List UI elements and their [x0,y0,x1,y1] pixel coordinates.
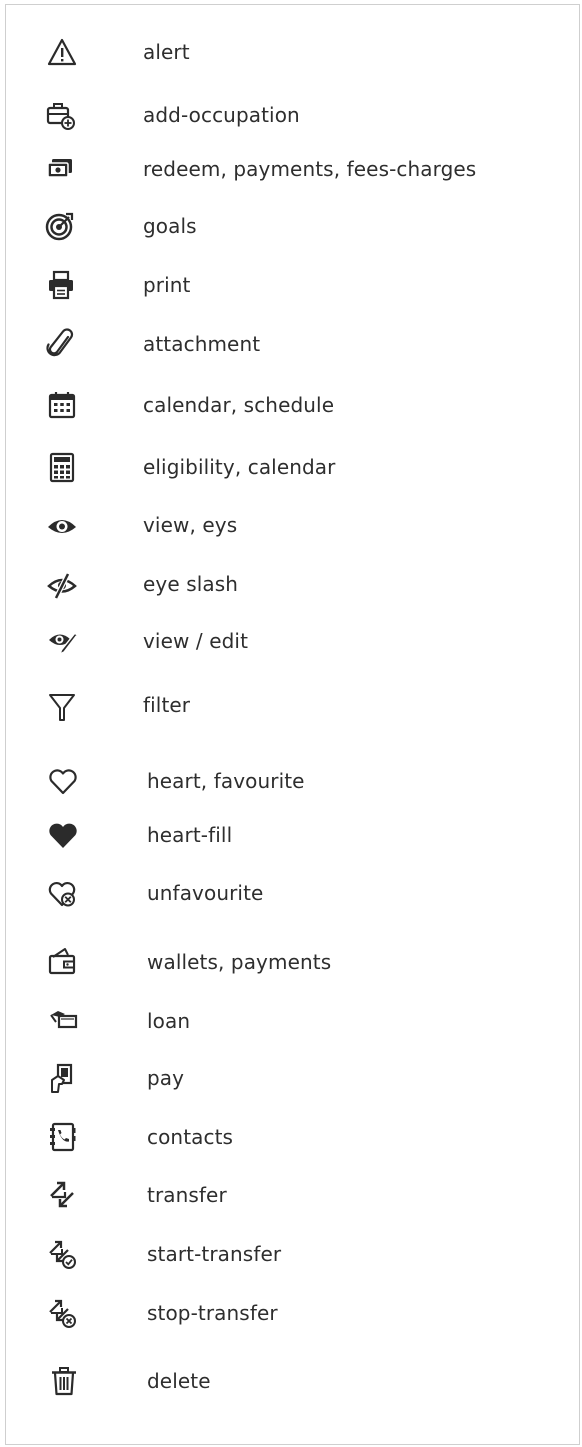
wallet-icon [46,946,78,978]
icon-label: alert [143,40,190,64]
calendar-icon [46,389,78,421]
icon-label: pay [147,1066,185,1090]
icon-row-eye: view, eys [6,505,581,545]
icon-label: start-transfer [147,1242,282,1266]
icon-row-attachment: attachment [6,324,581,364]
heart-icon [47,765,79,797]
icon-row-alert: alert [6,32,581,72]
icon-label: calendar, schedule [143,393,335,417]
transfer-icon [46,1179,78,1211]
icon-row-contacts: contacts [6,1117,581,1157]
attachment-icon [46,328,78,360]
icon-row-transfer: transfer [6,1175,581,1215]
delete-icon [48,1365,80,1397]
alert-icon [46,36,78,68]
eye-icon [46,509,78,541]
icon-label: unfavourite [147,881,264,905]
icon-row-heart: heart, favourite [6,761,581,801]
icon-label: loan [147,1009,191,1033]
icon-row-pay: pay [6,1058,581,1098]
icon-label: view, eys [143,513,238,537]
eye-slash-icon [46,568,78,600]
print-icon [45,269,77,301]
icon-label: transfer [147,1183,227,1207]
icon-row-stop-transfer: stop-transfer [6,1293,581,1333]
unfavourite-icon [47,877,79,909]
icon-label: heart-fill [147,823,233,847]
view-edit-icon [46,625,78,657]
icon-label: heart, favourite [147,769,305,793]
icon-label: stop-transfer [147,1301,278,1325]
icon-label: add-occupation [143,103,300,127]
icon-row-goals: goals [6,206,581,246]
loan-icon [48,1005,80,1037]
redeem-icon [44,153,76,185]
icon-row-wallet: wallets, payments [6,942,581,982]
icon-row-heart-fill: heart-fill [6,815,581,855]
icon-label: delete [147,1369,211,1393]
icon-row-calculator: eligibility, calendar [6,447,581,487]
icon-label: eye slash [143,572,239,596]
icon-label: filter [143,693,191,717]
icon-row-calendar: calendar, schedule [6,385,581,425]
start-transfer-icon [46,1238,78,1270]
icon-row-print: print [6,265,581,305]
add-occupation-icon [44,99,76,131]
pay-icon [46,1062,78,1094]
icon-label: redeem, payments, fees-charges [143,157,477,181]
calculator-icon [46,451,78,483]
icon-row-add-occupation: add-occupation [6,95,581,135]
icon-row-start-transfer: start-transfer [6,1234,581,1274]
icon-label: print [143,273,191,297]
stop-transfer-icon [46,1297,78,1329]
heart-fill-icon [47,819,79,851]
icon-row-view-edit: view / edit [6,621,581,661]
icon-row-redeem: redeem, payments, fees-charges [6,149,581,189]
icon-row-eye-slash: eye slash [6,564,581,604]
icon-label: attachment [143,332,261,356]
icon-row-delete: delete [6,1361,581,1401]
icon-label: wallets, payments [147,950,332,974]
icon-label: eligibility, calendar [143,455,336,479]
icon-label: contacts [147,1125,234,1149]
icon-row-loan: loan [6,1001,581,1041]
icon-row-unfavourite: unfavourite [6,873,581,913]
icon-row-filter: filter [6,687,581,727]
icon-list-panel: alert add-occupation redeem, payments, f… [5,4,580,1445]
filter-icon [46,691,78,723]
icon-label: view / edit [143,629,249,653]
icon-label: goals [143,214,197,238]
contacts-icon [46,1121,78,1153]
goals-icon [44,210,76,242]
